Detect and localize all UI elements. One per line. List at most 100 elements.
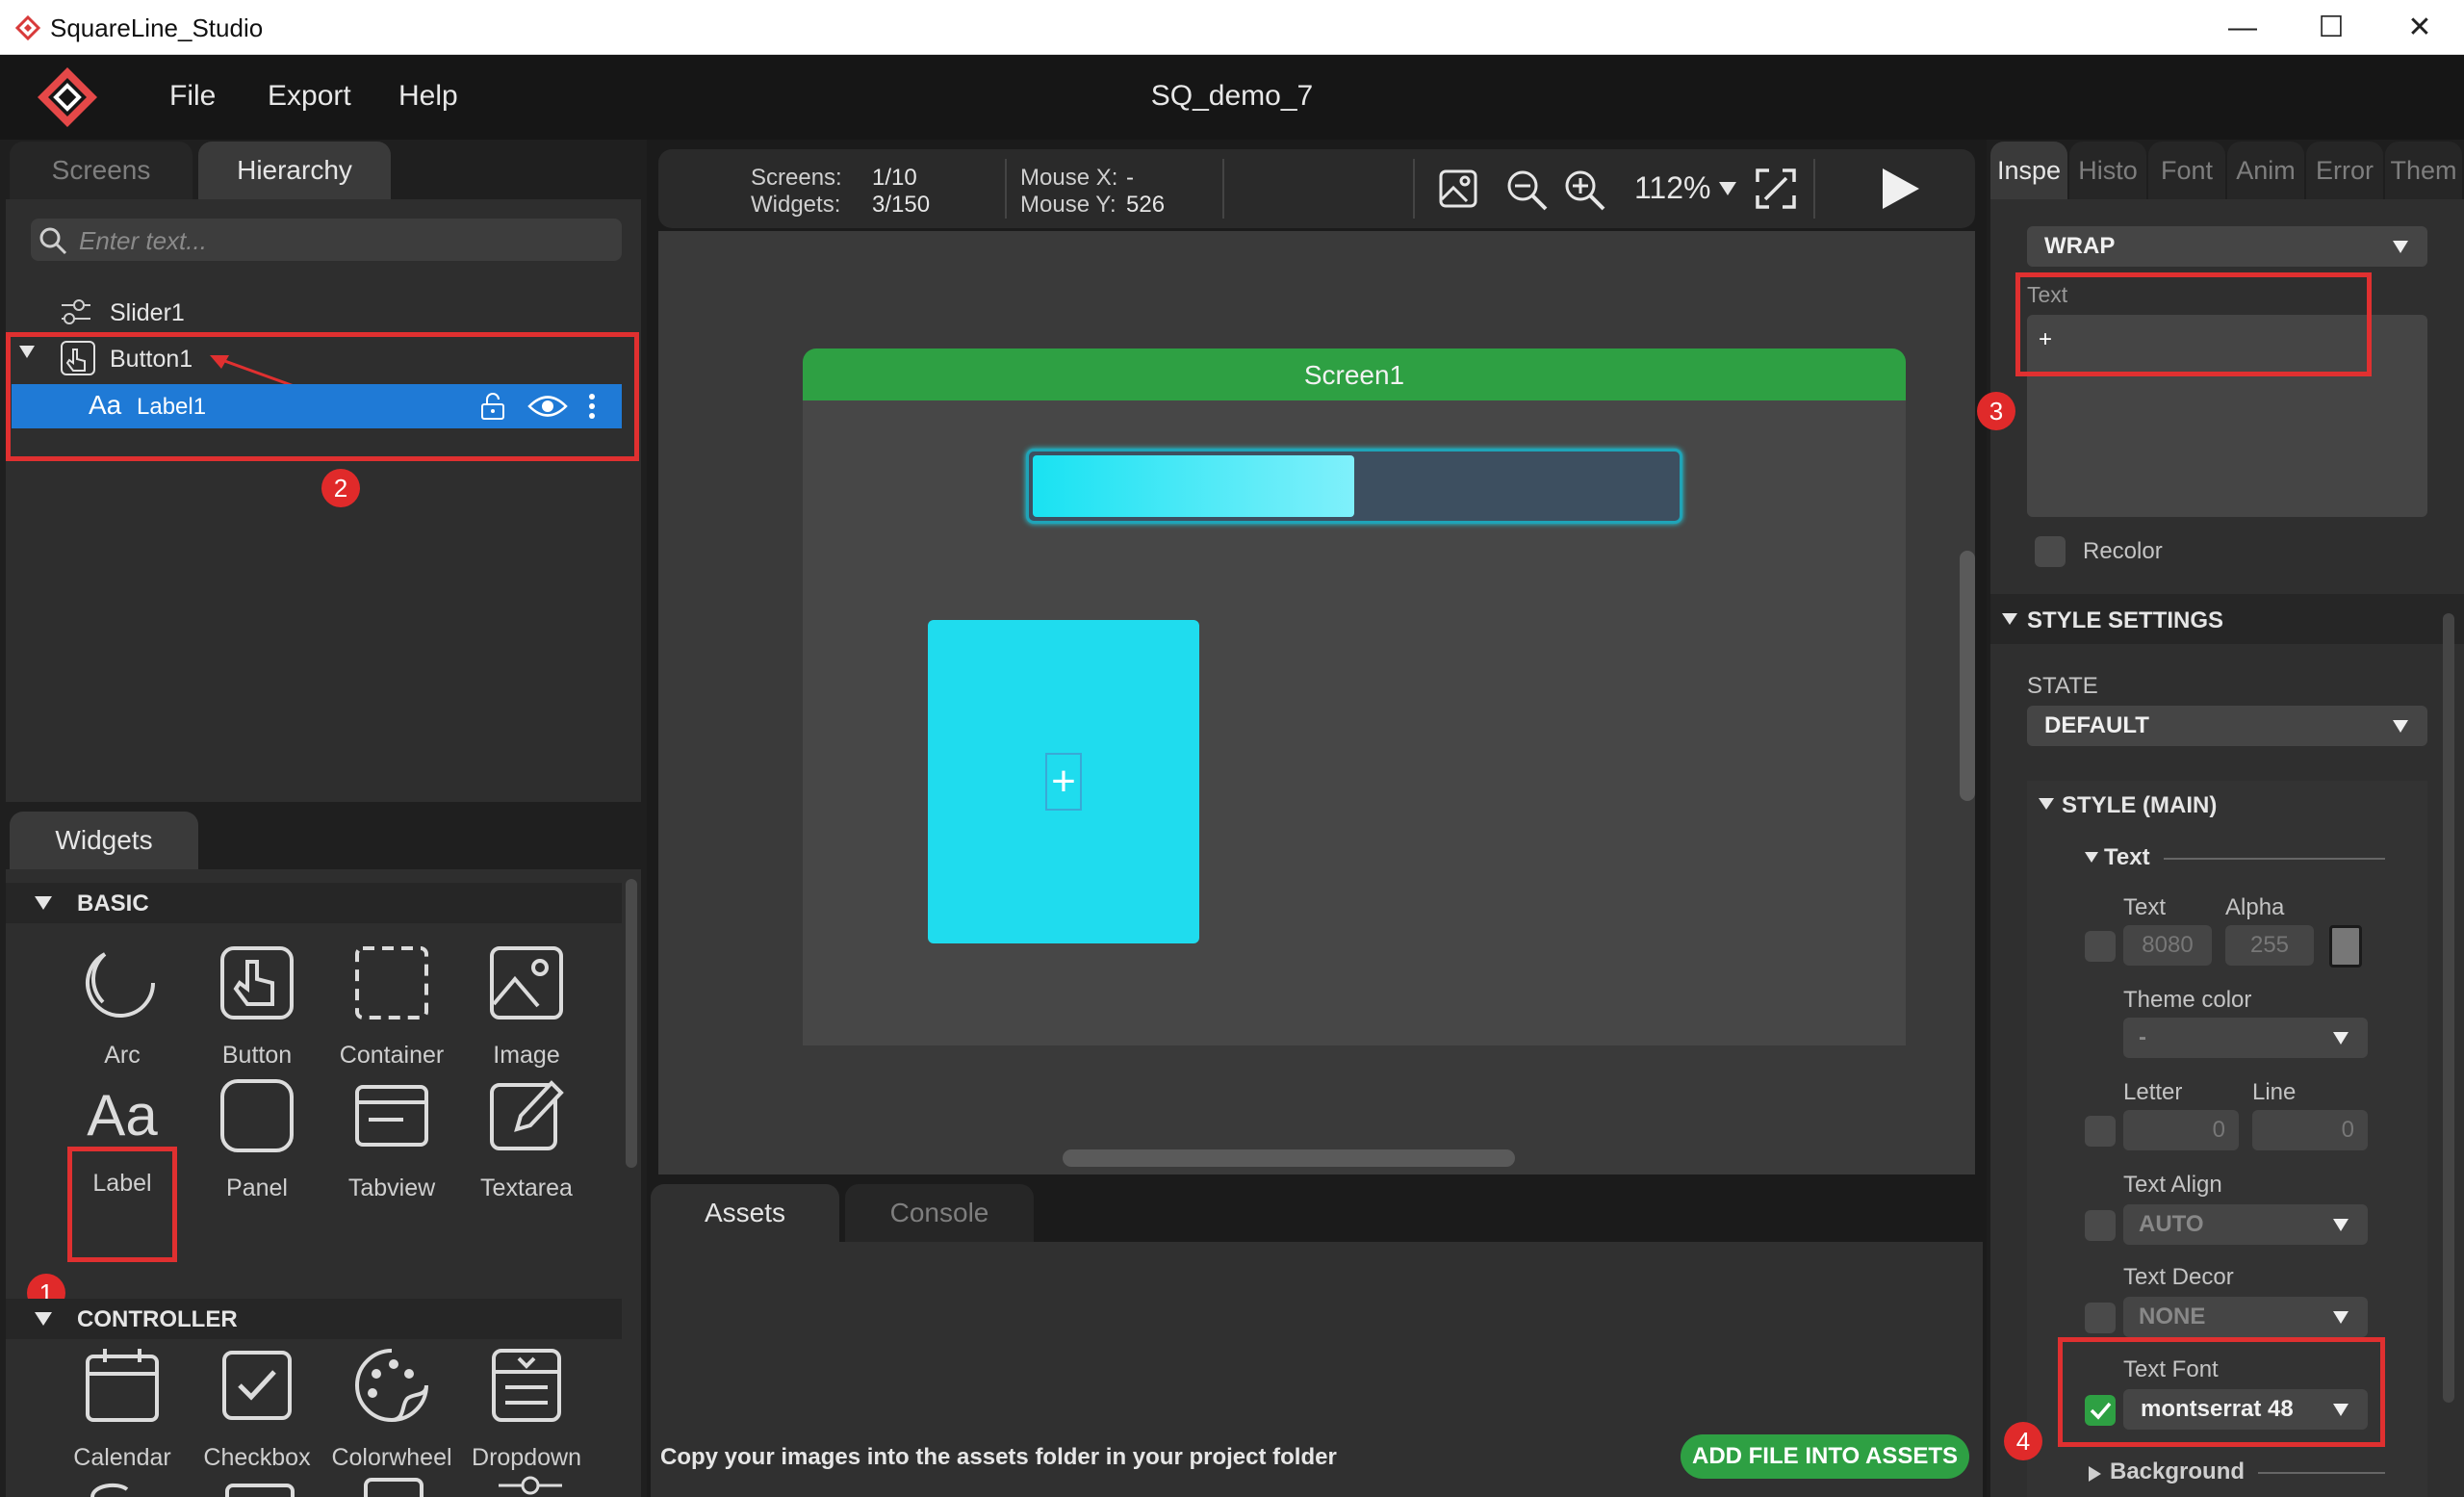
search-input[interactable]: Enter text... [79,226,207,256]
text-color-swatch[interactable] [2329,925,2362,968]
widget-dropdown[interactable]: Dropdown [464,1347,589,1472]
screen-title-bar[interactable]: Screen1 [803,348,1906,400]
section-divider [2258,1472,2385,1474]
recolor-checkbox[interactable] [2035,536,2066,567]
calendar-icon [86,1349,159,1422]
widget-label: Dropdown [472,1444,581,1471]
style-main-label[interactable]: STYLE (MAIN) [2062,792,2217,819]
tab-widgets[interactable]: Widgets [10,812,198,869]
textarea-icon [490,1080,564,1150]
button-label-widget[interactable]: + [1045,753,1082,811]
widget-label: Panel [226,1174,288,1201]
controller-header-label: CONTROLLER [77,1306,238,1332]
alpha-field[interactable]: 255 [2225,925,2314,966]
button-widget[interactable]: + [928,620,1199,943]
widgets-count-value: 3/150 [872,192,931,218]
hierarchy-search[interactable]: Enter text... [31,219,622,261]
background-section-label[interactable]: Background [2110,1458,2245,1485]
recolor-label: Recolor [2083,538,2163,564]
colorwheel-icon [355,1349,428,1422]
widget-tabview[interactable]: Tabview [329,1077,454,1202]
widget-calendar[interactable]: Calendar [60,1347,185,1472]
widget-image[interactable]: Image [464,944,589,1070]
highlight-box-label-widget [67,1147,177,1262]
widget-arc[interactable]: Arc [60,944,185,1070]
widgets-scrollbar[interactable] [626,879,637,1168]
menu-bar: File Export Help SQ_demo_7 [0,55,2464,140]
background-image-icon[interactable] [1438,168,1478,209]
fit-screen-icon[interactable] [1754,167,1798,211]
text-decor-label: Text Decor [2123,1264,2234,1290]
text-decor-dropdown[interactable]: NONE [2123,1297,2368,1337]
screens-count-value: 1/10 [872,165,917,191]
tab-screens[interactable]: Screens [10,142,192,199]
tab-error[interactable]: Error [2306,142,2383,199]
zoom-level[interactable]: 112% [1634,170,1710,206]
widget-partial-icon[interactable] [89,1482,158,1497]
roller-icon[interactable] [497,1474,564,1497]
maximize-button[interactable]: ☐ [2302,8,2360,48]
widget-textarea[interactable]: Textarea [464,1077,589,1202]
canvas-vertical-scrollbar[interactable] [1960,551,1975,801]
canvas-horizontal-scrollbar[interactable] [1063,1149,1515,1167]
annotation-badge-3: 3 [1977,392,2015,430]
play-icon[interactable] [1875,165,1923,213]
tab-inspector[interactable]: Inspe [1990,142,2067,199]
widget-label: Container [339,1042,445,1069]
widget-label: Button [221,1042,293,1069]
letter-spacing-field[interactable]: 0 [2123,1110,2239,1150]
tab-history[interactable]: Histo [2069,142,2146,199]
line-spacing-field[interactable]: 0 [2252,1110,2368,1150]
hierarchy-tree: Enter text... Slider1 Button1 Aa Label1 [6,199,641,802]
text-decor-checkbox[interactable] [2085,1303,2116,1333]
slider-widget[interactable] [1026,449,1682,524]
add-file-button[interactable]: ADD FILE INTO ASSETS [1681,1434,1969,1479]
style-settings-header[interactable]: STYLE SETTINGS [1990,594,2464,644]
list-icon[interactable] [364,1476,424,1497]
tab-hierarchy[interactable]: Hierarchy [198,142,391,199]
screen-name: Screen1 [1303,360,1405,390]
long-mode-dropdown[interactable]: WRAP [2027,226,2427,267]
text-color-checkbox[interactable] [2085,931,2116,962]
widget-label: Image [493,1042,560,1069]
controller-section-header[interactable]: CONTROLLER [6,1299,622,1339]
widget-button[interactable]: Button [194,944,320,1070]
tab-theme[interactable]: Them [2385,142,2462,199]
spacing-checkbox[interactable] [2085,1116,2116,1147]
zoom-dropdown-icon[interactable] [1719,182,1736,195]
theme-color-dropdown[interactable]: - [2123,1018,2368,1058]
container-icon [355,946,428,1020]
search-icon [39,227,67,255]
close-button[interactable]: ✕ [2391,8,2449,48]
widgets-panel: Widgets BASIC Arc Button Container Image… [0,804,647,1497]
widget-checkbox[interactable]: Checkbox [194,1347,320,1472]
tab-font[interactable]: Font [2148,142,2225,199]
zoom-out-icon[interactable] [1505,168,1548,211]
tree-item-slider1[interactable]: Slider1 [110,299,185,327]
text-align-dropdown[interactable]: AUTO [2123,1204,2368,1245]
keyboard-icon[interactable] [225,1482,295,1497]
style-settings-label: STYLE SETTINGS [2027,607,2224,633]
zoom-in-icon[interactable] [1563,168,1605,211]
slider-icon [62,299,90,324]
panel-icon [220,1079,294,1152]
basic-section-header[interactable]: BASIC [6,883,622,923]
state-dropdown[interactable]: DEFAULT [2027,706,2427,746]
text-section-label[interactable]: Text [2104,844,2150,871]
widget-container[interactable]: Container [329,944,454,1070]
design-canvas[interactable]: Screen1 + [658,231,1975,1174]
collapse-icon [2002,613,2017,625]
button-icon [220,946,294,1020]
screen1-body[interactable]: + [803,400,1906,1045]
inspector-scrollbar[interactable] [2443,613,2454,1403]
tab-assets[interactable]: Assets [651,1184,839,1242]
tab-animation[interactable]: Anim [2227,142,2304,199]
text-align-checkbox[interactable] [2085,1210,2116,1241]
minimize-button[interactable]: — [2214,8,2272,48]
text-color-field[interactable]: 8080 [2123,925,2212,966]
tab-console[interactable]: Console [845,1184,1034,1242]
widget-colorwheel[interactable]: Colorwheel [329,1347,454,1472]
checkbox-icon [222,1351,292,1420]
mouse-y-label: Mouse Y: [1020,192,1116,218]
widget-panel[interactable]: Panel [194,1077,320,1202]
